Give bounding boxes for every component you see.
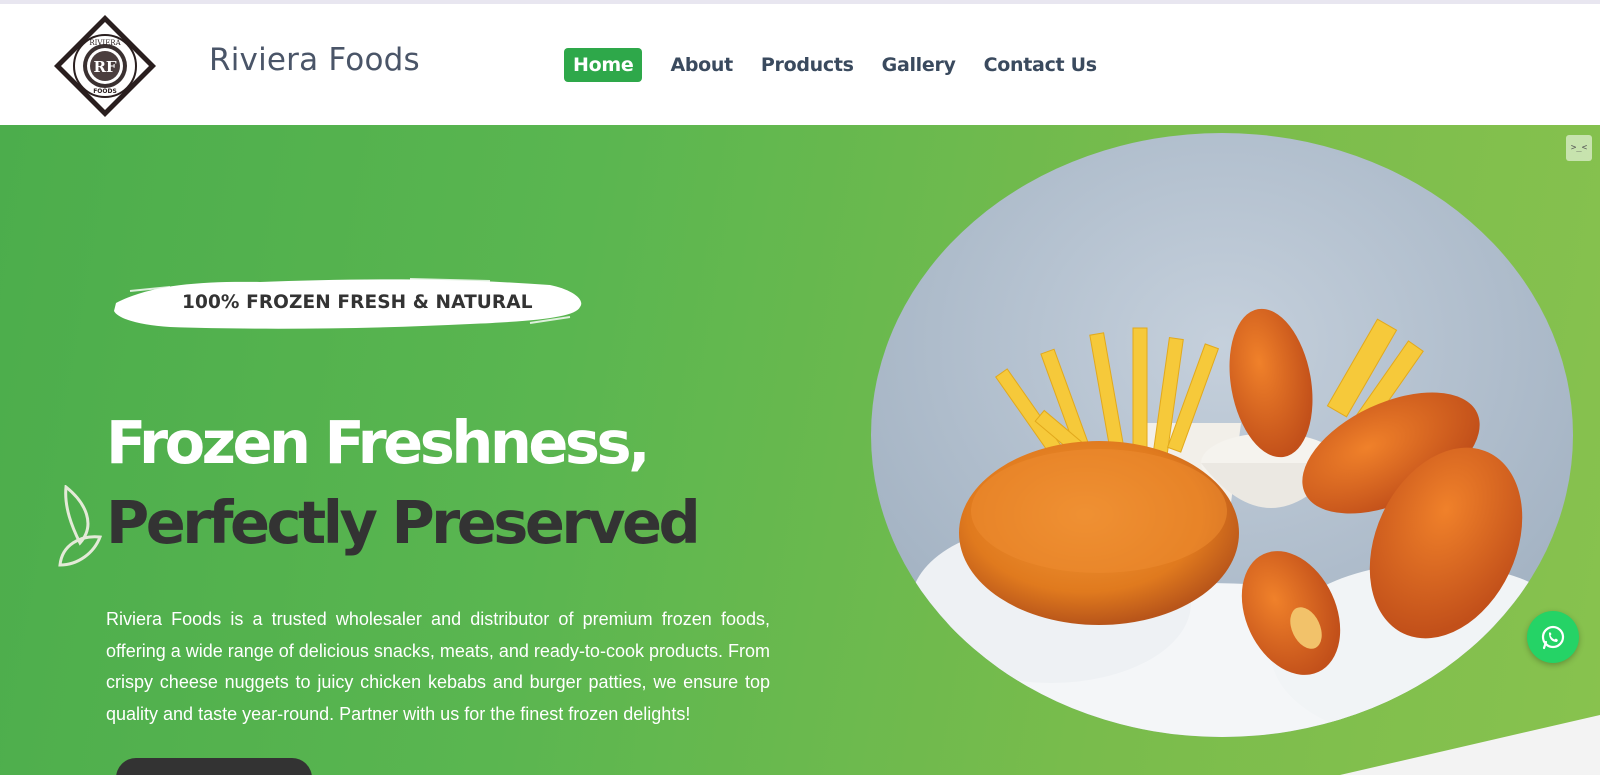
hero-food-image: [871, 133, 1573, 737]
nav-contact-us[interactable]: Contact Us: [984, 48, 1097, 82]
whatsapp-button[interactable]: [1527, 611, 1579, 663]
nav-gallery[interactable]: Gallery: [882, 48, 956, 82]
logo[interactable]: RF RIVIERA FOODS: [53, 14, 157, 118]
leaf-icon: [58, 485, 102, 567]
hero-tagline: 100% FROZEN FRESH & NATURAL: [182, 292, 533, 313]
hero-headline-line1: Frozen Freshness,: [106, 408, 651, 477]
hero-corner-wedge: [1340, 715, 1600, 775]
whatsapp-icon: [1541, 625, 1565, 650]
nav-about[interactable]: About: [670, 48, 733, 82]
main-nav: Home About Products Gallery Contact Us: [564, 48, 1125, 82]
logo-top-text: RIVIERA: [89, 39, 121, 47]
hero-cta-button[interactable]: [116, 758, 312, 775]
nav-products[interactable]: Products: [761, 48, 854, 82]
site-header: RF RIVIERA FOODS Riviera Foods Home Abou…: [0, 4, 1600, 125]
hero-description: Riviera Foods is a trusted wholesaler an…: [106, 609, 770, 724]
hero-section: 100% FROZEN FRESH & NATURAL Frozen Fresh…: [0, 125, 1600, 775]
expand-icon[interactable]: >_<: [1566, 135, 1592, 161]
nav-home[interactable]: Home: [564, 48, 643, 82]
brand-name[interactable]: Riviera Foods: [209, 42, 420, 78]
logo-monogram: RF: [93, 58, 116, 76]
logo-emblem: RF RIVIERA FOODS: [54, 15, 156, 117]
logo-bottom-text: FOODS: [93, 88, 117, 95]
hero-headline-line2: Perfectly Preserved: [106, 488, 701, 557]
